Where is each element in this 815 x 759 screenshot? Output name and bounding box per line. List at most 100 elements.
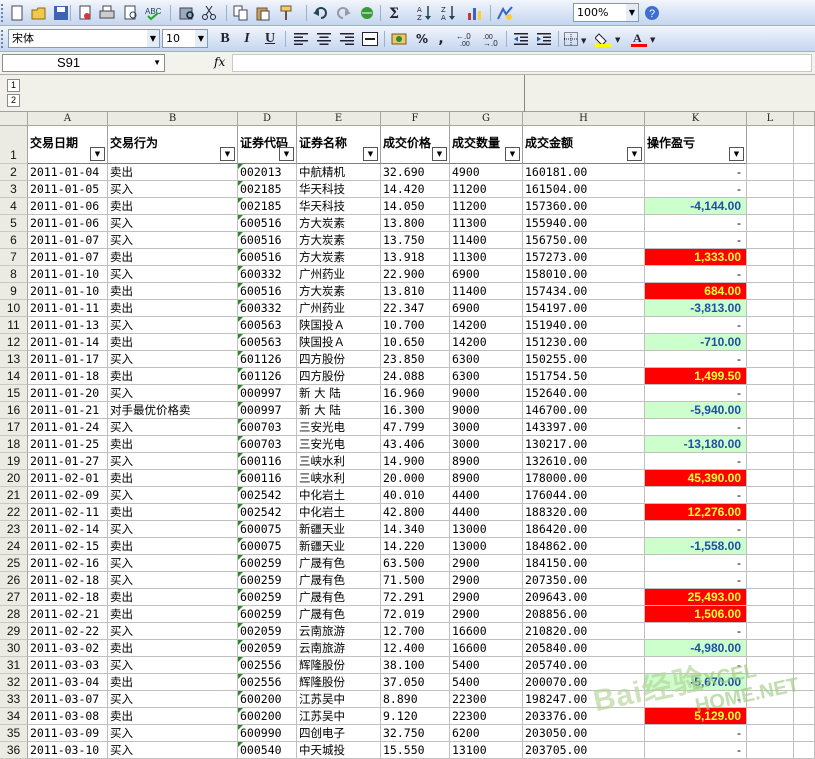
cell-code[interactable]: 601126 <box>238 351 297 368</box>
empty-cell[interactable] <box>794 555 815 572</box>
empty-cell[interactable] <box>794 606 815 623</box>
cell-pl[interactable]: - <box>645 623 747 640</box>
cell-amount[interactable]: 205840.00 <box>523 640 645 657</box>
cell-action[interactable]: 买入 <box>108 453 238 470</box>
cell-code[interactable]: 600516 <box>238 215 297 232</box>
cell-code[interactable]: 600075 <box>238 521 297 538</box>
cell-pl[interactable]: 1,499.50 <box>645 368 747 385</box>
merge-center-icon[interactable] <box>361 29 379 49</box>
empty-cell[interactable] <box>794 249 815 266</box>
empty-cell[interactable] <box>794 521 815 538</box>
row-header[interactable]: 5 <box>0 215 28 232</box>
empty-cell[interactable] <box>794 470 815 487</box>
header-cell[interactable]: 成交数量 ▼ <box>450 126 523 164</box>
align-center-icon[interactable] <box>315 29 333 49</box>
cell-action[interactable]: 买入 <box>108 742 238 759</box>
cell-qty[interactable]: 11400 <box>450 232 523 249</box>
cell-code[interactable]: 000997 <box>238 385 297 402</box>
cell-date[interactable]: 2011-01-20 <box>28 385 108 402</box>
cell-amount[interactable]: 160181.00 <box>523 164 645 181</box>
empty-cell[interactable] <box>794 725 815 742</box>
cell-code[interactable]: 002185 <box>238 198 297 215</box>
column-header[interactable]: D <box>238 112 297 126</box>
row-header[interactable]: 30 <box>0 640 28 657</box>
cell-name[interactable]: 中天城投 <box>297 742 381 759</box>
empty-cell[interactable] <box>794 317 815 334</box>
cell-action[interactable]: 卖出 <box>108 708 238 725</box>
cell-pl[interactable]: - <box>645 725 747 742</box>
align-left-icon[interactable] <box>292 29 310 49</box>
cell-price[interactable]: 14.420 <box>381 181 450 198</box>
print-icon[interactable] <box>98 3 116 23</box>
cell-qty[interactable]: 4400 <box>450 487 523 504</box>
cell-price[interactable]: 22.900 <box>381 266 450 283</box>
percent-button[interactable]: % <box>413 29 431 49</box>
cell-qty[interactable]: 11300 <box>450 249 523 266</box>
cell-code[interactable]: 600200 <box>238 708 297 725</box>
cell-pl[interactable]: - <box>645 215 747 232</box>
cell-action[interactable]: 买入 <box>108 266 238 283</box>
empty-cell[interactable] <box>794 402 815 419</box>
autofilter-dropdown-icon[interactable]: ▼ <box>90 147 105 161</box>
empty-cell[interactable] <box>747 368 794 385</box>
cell-price[interactable]: 22.347 <box>381 300 450 317</box>
cell-qty[interactable]: 9000 <box>450 402 523 419</box>
cell-code[interactable]: 002556 <box>238 674 297 691</box>
cell-price[interactable]: 37.050 <box>381 674 450 691</box>
cell-date[interactable]: 2011-02-01 <box>28 470 108 487</box>
save-icon[interactable] <box>52 3 70 23</box>
cell-qty[interactable]: 13100 <box>450 742 523 759</box>
cell-qty[interactable]: 13000 <box>450 538 523 555</box>
autofilter-dropdown-icon[interactable]: ▼ <box>220 147 235 161</box>
cell-qty[interactable]: 22300 <box>450 708 523 725</box>
row-header[interactable]: 33 <box>0 691 28 708</box>
increase-indent-icon[interactable] <box>535 29 553 49</box>
cell-date[interactable]: 2011-02-11 <box>28 504 108 521</box>
cell-amount[interactable]: 157360.00 <box>523 198 645 215</box>
cell-amount[interactable]: 150255.00 <box>523 351 645 368</box>
empty-cell[interactable] <box>794 334 815 351</box>
cell-pl[interactable]: - <box>645 742 747 759</box>
cell-price[interactable]: 10.700 <box>381 317 450 334</box>
autofilter-dropdown-icon[interactable]: ▼ <box>729 147 744 161</box>
cell-qty[interactable]: 6200 <box>450 725 523 742</box>
column-header[interactable]: H <box>523 112 645 126</box>
cell-qty[interactable]: 4900 <box>450 164 523 181</box>
empty-cell[interactable] <box>747 300 794 317</box>
cut-icon[interactable] <box>200 3 218 23</box>
row-header[interactable]: 17 <box>0 419 28 436</box>
cell-qty[interactable]: 6300 <box>450 368 523 385</box>
cell-price[interactable]: 13.750 <box>381 232 450 249</box>
cell-code[interactable]: 600703 <box>238 419 297 436</box>
toolbar-grip[interactable] <box>1 4 6 22</box>
row-header[interactable]: 16 <box>0 402 28 419</box>
cell-pl[interactable]: - <box>645 351 747 368</box>
cell-name[interactable]: 陕国投Ａ <box>297 334 381 351</box>
cell-name[interactable]: 广晟有色 <box>297 589 381 606</box>
cell-code[interactable]: 000540 <box>238 742 297 759</box>
cell-name[interactable]: 新疆天业 <box>297 538 381 555</box>
cell-code[interactable]: 600259 <box>238 589 297 606</box>
cell-date[interactable]: 2011-01-05 <box>28 181 108 198</box>
cell-date[interactable]: 2011-02-18 <box>28 589 108 606</box>
cell-date[interactable]: 2011-01-06 <box>28 198 108 215</box>
paste-icon[interactable] <box>254 3 272 23</box>
cell-action[interactable]: 买入 <box>108 215 238 232</box>
cell-pl[interactable]: - <box>645 164 747 181</box>
cell-action[interactable]: 买入 <box>108 691 238 708</box>
spelling-icon[interactable]: ABC <box>144 3 162 23</box>
empty-cell[interactable] <box>747 351 794 368</box>
toolbar-grip[interactable] <box>1 30 6 48</box>
empty-cell[interactable] <box>794 351 815 368</box>
cell-code[interactable]: 600259 <box>238 606 297 623</box>
cell-action[interactable]: 卖出 <box>108 470 238 487</box>
cell-action[interactable]: 卖出 <box>108 249 238 266</box>
comma-button[interactable]: , <box>434 29 448 49</box>
autofilter-dropdown-icon[interactable]: ▼ <box>505 147 520 161</box>
sort-descending-icon[interactable]: ZA <box>440 3 458 23</box>
row-header[interactable]: 4 <box>0 198 28 215</box>
empty-cell[interactable] <box>794 623 815 640</box>
cell-name[interactable]: 方大炭素 <box>297 283 381 300</box>
cell-name[interactable]: 华天科技 <box>297 181 381 198</box>
cell-qty[interactable]: 14200 <box>450 317 523 334</box>
